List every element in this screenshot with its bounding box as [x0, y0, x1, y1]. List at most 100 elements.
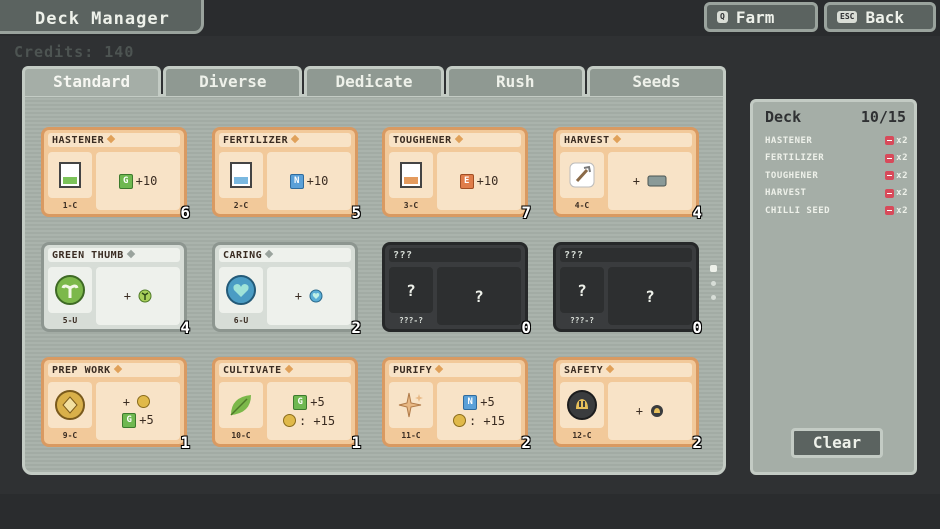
card-effect: +	[122, 394, 130, 409]
card-name: PURIFY	[393, 365, 433, 376]
page-indicator[interactable]	[710, 265, 718, 309]
rarity-diamond-icon	[106, 134, 116, 144]
card-safety[interactable]: SAFETY + 12-C 2	[553, 357, 702, 452]
deck-item[interactable]: CHILLI SEED x2	[765, 202, 908, 220]
card-art-unknown: ?	[560, 267, 604, 313]
remove-icon[interactable]	[885, 171, 895, 181]
deck-item-name: HARVEST	[765, 188, 807, 199]
card-effect: +10	[135, 174, 158, 188]
credits-label: Credits: 140	[14, 43, 135, 61]
farm-button[interactable]: Q Farm	[704, 2, 818, 32]
card-art	[560, 152, 604, 198]
card-code: ???-?	[398, 316, 424, 325]
card-count: 0	[692, 318, 702, 337]
deck-item-name: HASTENER	[765, 135, 813, 146]
card-code: 11-C	[401, 431, 421, 440]
deck-item[interactable]: HARVEST x2	[765, 185, 908, 203]
card-art	[560, 382, 604, 428]
card-count: 4	[692, 203, 702, 222]
card-code: ???-?	[569, 316, 595, 325]
card-effect-2: : +15	[468, 413, 506, 428]
growth-badge-icon: G	[293, 394, 308, 410]
rarity-diamond-icon	[434, 364, 444, 374]
sprout-token-icon	[138, 289, 152, 303]
remove-icon[interactable]	[885, 136, 895, 146]
deck-count: 10/15	[860, 108, 906, 126]
remove-icon[interactable]	[885, 153, 895, 163]
deck-title: Deck	[765, 108, 802, 126]
card-art	[219, 152, 263, 198]
card-count: 1	[351, 433, 361, 452]
rarity-diamond-icon	[126, 249, 135, 259]
card-count: 1	[180, 433, 190, 452]
tab-dedicate[interactable]: Dedicate	[304, 66, 444, 96]
card-caring[interactable]: CARING + 6-U 2	[212, 242, 361, 337]
remove-icon[interactable]	[885, 206, 895, 216]
tab-rush[interactable]: Rush	[445, 66, 585, 96]
card-green-thumb[interactable]: GREEN THUMB + 5-U 4	[41, 242, 190, 337]
card-code: 1-C	[62, 201, 78, 210]
page-dot[interactable]	[711, 295, 716, 300]
card-count: 2	[692, 433, 702, 452]
deck-item[interactable]: TOUGHENER x2	[765, 167, 908, 185]
rarity-diamond-icon	[284, 364, 293, 374]
card-locked-8[interactable]: ??? ? ? ???-? 0	[553, 242, 702, 337]
card-cultivate[interactable]: CULTIVATE G +5 : +15 10-C 1	[212, 357, 361, 452]
card-name: HASTENER	[52, 135, 105, 146]
heart-badge-icon	[226, 275, 256, 305]
coin-icon	[452, 414, 466, 427]
card-art	[389, 382, 433, 428]
card-hastener[interactable]: HASTENER G +10 1-C 6	[41, 127, 190, 222]
card-count: 5	[351, 203, 361, 222]
card-count: 2	[351, 318, 361, 337]
deck-item-name: TOUGHENER	[765, 170, 819, 181]
card-effect-unknown: ?	[608, 267, 692, 325]
card-name: CARING	[223, 250, 263, 261]
growth-badge-icon: G	[122, 412, 137, 428]
tab-standard[interactable]: Standard	[22, 66, 162, 96]
tab-seeds[interactable]: Seeds	[586, 66, 727, 96]
card-code: 2-C	[233, 201, 249, 210]
deck-item[interactable]: FERTILIZER x2	[765, 150, 908, 168]
page-dot-active[interactable]	[710, 265, 717, 272]
rarity-diamond-icon	[454, 134, 463, 144]
card-name: SAFETY	[564, 365, 604, 376]
card-effect-2: +5	[139, 413, 154, 427]
card-art	[48, 267, 92, 313]
harvest-token-icon	[647, 175, 667, 187]
card-locked-7[interactable]: ??? ? ? ???-? 0	[382, 242, 531, 337]
page-dot[interactable]	[711, 281, 716, 286]
card-effect: +5	[480, 395, 495, 409]
category-tabs: Standard Diverse Dedicate Rush Seeds	[22, 66, 727, 96]
card-effect: +10	[306, 174, 329, 188]
card-effect: +	[123, 289, 131, 303]
card-toughener[interactable]: TOUGHENER E +10 3-C 7	[382, 127, 531, 222]
card-code: 3-C	[403, 201, 419, 210]
card-harvest[interactable]: HARVEST + 4-C 4	[553, 127, 702, 222]
card-name: PREP WORK	[52, 365, 111, 376]
card-art	[48, 382, 92, 428]
card-effect-unknown: ?	[437, 267, 521, 325]
back-button[interactable]: ESC Back	[824, 2, 936, 32]
card-prep-work[interactable]: PREP WORK + G +5 9-C 1	[41, 357, 190, 452]
farm-button-label: Farm	[735, 7, 775, 27]
card-count: 2	[521, 433, 531, 452]
card-count: 7	[521, 203, 531, 222]
sparkle-icon	[398, 392, 423, 418]
card-art	[219, 267, 263, 313]
growth-badge-icon: G	[118, 173, 133, 189]
card-purify[interactable]: PURIFY N +5 : +15 11-C 2	[382, 357, 531, 452]
page-title: Deck Manager	[0, 0, 204, 34]
deck-item[interactable]: HASTENER x2	[765, 132, 908, 150]
deck-item-qty: x2	[896, 170, 908, 181]
card-name: GREEN THUMB	[52, 250, 124, 261]
hourglass-blue-icon	[230, 162, 252, 188]
clear-button[interactable]: Clear	[791, 428, 883, 458]
card-art	[389, 152, 433, 198]
card-fertilizer[interactable]: FERTILIZER N +10 2-C 5	[212, 127, 361, 222]
remove-icon[interactable]	[885, 188, 895, 198]
card-code: 5-U	[62, 316, 78, 325]
card-name: ???	[393, 250, 413, 261]
card-count: 0	[521, 318, 531, 337]
tab-diverse[interactable]: Diverse	[163, 66, 303, 96]
